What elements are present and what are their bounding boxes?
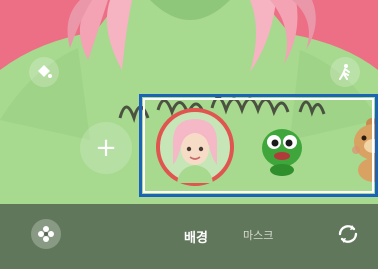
tab-mask[interactable]: 마스크 (243, 227, 273, 243)
plus-icon: + (95, 133, 117, 163)
camera-screen: + 배경 마스크 (0, 0, 378, 269)
switch-camera-icon (338, 225, 358, 243)
selection-highlight (139, 94, 378, 197)
motion-button[interactable] (330, 57, 360, 87)
paint-bucket-icon (38, 65, 52, 78)
effects-button[interactable] (31, 219, 61, 249)
tab-background[interactable]: 배경 (184, 227, 208, 246)
add-sticker-button[interactable]: + (80, 122, 132, 174)
switch-camera-button[interactable] (333, 219, 363, 249)
walking-figure-icon (339, 64, 350, 80)
flower-icon (38, 226, 54, 242)
paint-bucket-button[interactable] (29, 57, 59, 87)
